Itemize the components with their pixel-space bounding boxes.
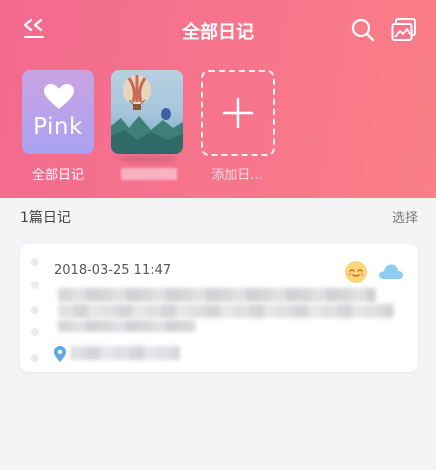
blurred-content-line bbox=[58, 320, 196, 332]
cloud-icon bbox=[379, 264, 404, 279]
blurred-content-line bbox=[58, 288, 376, 302]
top-bar: 全部日记 bbox=[0, 0, 436, 60]
timeline-dot bbox=[31, 354, 39, 362]
select-button[interactable]: 选择 bbox=[392, 207, 418, 226]
blurred-book-label bbox=[121, 168, 177, 180]
timeline-dot bbox=[31, 258, 39, 266]
book-add[interactable]: 添加日... bbox=[201, 70, 275, 183]
location-pin-icon bbox=[54, 346, 66, 362]
diary-books-row: Pink 全部日记 添加日... bbox=[0, 70, 436, 190]
heart-icon bbox=[44, 84, 74, 109]
header-banner: 全部日记 Pink 全部日记 添加日... bbox=[0, 0, 436, 198]
book-cover-text: Pink bbox=[33, 114, 83, 140]
diary-count: 1篇日记 bbox=[20, 210, 71, 226]
list-header: 1篇日记 选择 bbox=[0, 198, 436, 234]
search-icon[interactable] bbox=[350, 17, 376, 43]
book-label: 全部日记 bbox=[31, 168, 84, 183]
add-book-label: 添加日... bbox=[211, 168, 263, 183]
timeline-dot bbox=[31, 281, 39, 289]
add-book-button[interactable] bbox=[201, 70, 275, 156]
timeline-dot bbox=[31, 328, 39, 336]
blurred-location-text bbox=[70, 346, 180, 360]
book-shadow bbox=[117, 156, 177, 162]
book-balloon[interactable] bbox=[111, 70, 183, 180]
gallery-icon[interactable] bbox=[391, 17, 417, 43]
timeline-dot bbox=[31, 306, 39, 314]
diary-entry-card[interactable]: 2018-03-25 11:47 bbox=[20, 244, 418, 372]
book-all-diaries[interactable]: Pink 全部日记 bbox=[22, 70, 94, 183]
smiling-face-icon bbox=[345, 261, 367, 283]
entry-date: 2018-03-25 11:47 bbox=[54, 263, 172, 278]
blurred-content-line bbox=[58, 304, 394, 318]
balloon-book-cover[interactable] bbox=[111, 70, 183, 154]
plus-icon bbox=[222, 97, 254, 129]
hot-air-balloon-illustration bbox=[111, 75, 183, 154]
pink-book-cover[interactable]: Pink bbox=[22, 70, 94, 154]
